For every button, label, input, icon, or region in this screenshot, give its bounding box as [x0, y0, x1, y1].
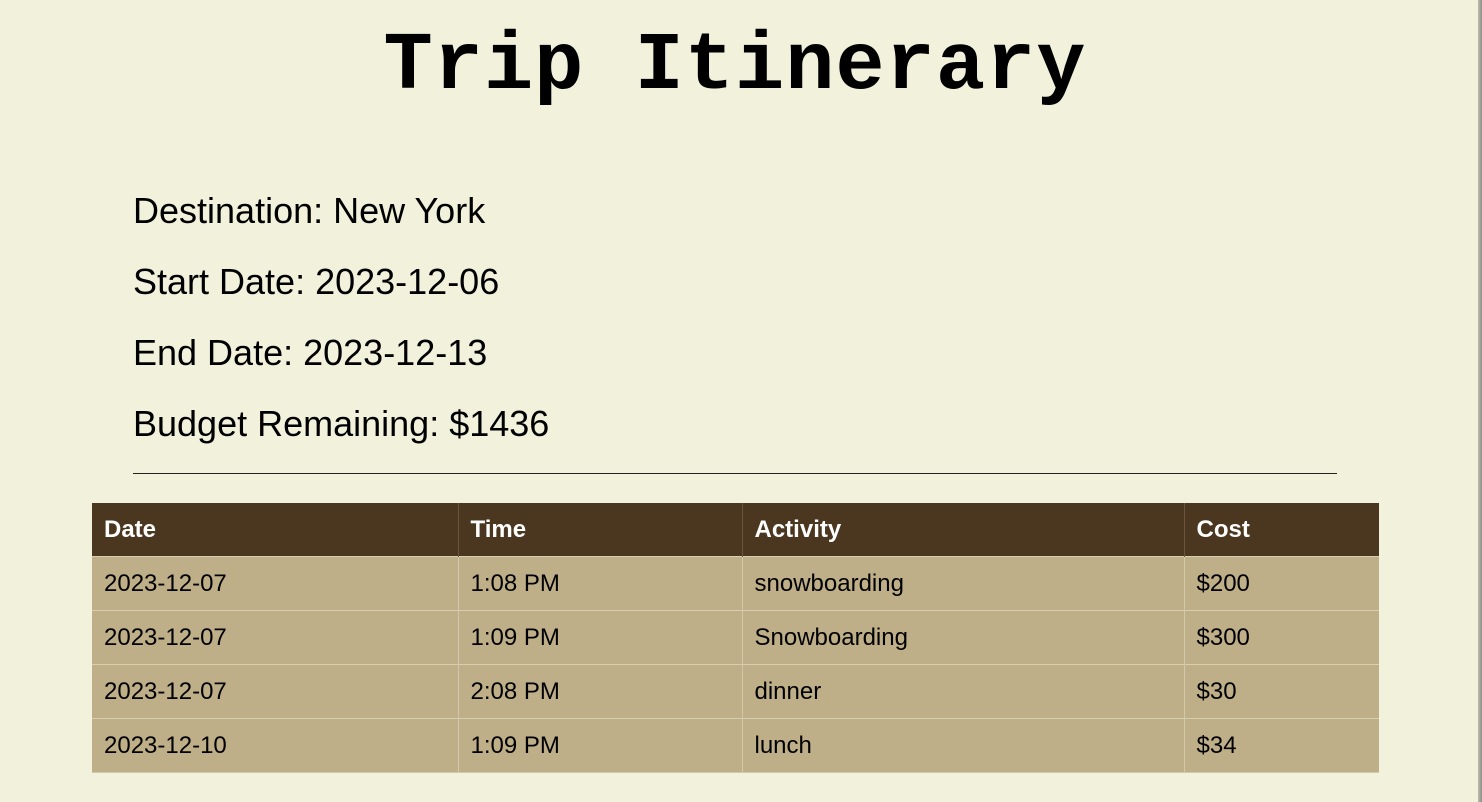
cell-cost: $200 — [1184, 556, 1379, 611]
cell-date: 2023-12-07 — [92, 610, 459, 665]
table-row: 2023-12-07 1:08 PM snowboarding $200 — [92, 556, 1379, 611]
cell-date: 2023-12-07 — [92, 556, 459, 611]
column-header-activity: Activity — [742, 503, 1185, 557]
cell-activity: lunch — [742, 718, 1185, 773]
table-header-row: Date Time Activity Cost — [92, 503, 1379, 557]
budget-remaining-text: Budget Remaining: $1436 — [133, 403, 550, 444]
cell-cost: $30 — [1184, 664, 1379, 719]
column-header-time: Time — [458, 503, 743, 557]
cell-cost: $34 — [1184, 718, 1379, 773]
column-header-date: Date — [92, 503, 459, 557]
cell-time: 2:08 PM — [458, 664, 743, 719]
cell-time: 1:08 PM — [458, 556, 743, 611]
window-edge — [1478, 0, 1482, 802]
cell-activity: snowboarding — [742, 556, 1185, 611]
table-row: 2023-12-10 1:09 PM lunch $34 — [92, 718, 1379, 773]
trip-info: Destination: New York Start Date: 2023-1… — [133, 191, 1337, 444]
table-row: 2023-12-07 1:09 PM Snowboarding $300 — [92, 610, 1379, 665]
start-date-text: Start Date: 2023-12-06 — [133, 261, 500, 302]
cell-date: 2023-12-07 — [92, 664, 459, 719]
table-row: 2023-12-07 2:08 PM dinner $30 — [92, 664, 1379, 719]
page-title: Trip Itinerary — [383, 20, 1087, 113]
cell-date: 2023-12-10 — [92, 718, 459, 773]
cell-time: 1:09 PM — [458, 610, 743, 665]
itinerary-table: Date Time Activity Cost 2023-12-07 1:08 … — [92, 503, 1379, 773]
cell-cost: $300 — [1184, 610, 1379, 665]
end-date-text: End Date: 2023-12-13 — [133, 332, 488, 373]
column-header-cost: Cost — [1184, 503, 1379, 557]
cell-activity: dinner — [742, 664, 1185, 719]
cell-time: 1:09 PM — [458, 718, 743, 773]
destination-text: Destination: New York — [133, 190, 486, 231]
horizontal-rule — [133, 473, 1337, 474]
cell-activity: Snowboarding — [742, 610, 1185, 665]
